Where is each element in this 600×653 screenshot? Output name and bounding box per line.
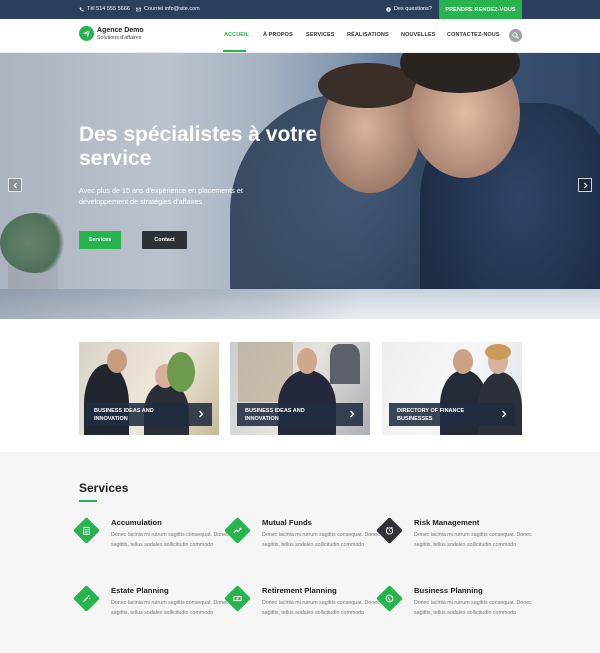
slider-next-button[interactable] xyxy=(578,178,592,192)
phone-icon xyxy=(79,7,84,11)
nav-accueil[interactable]: ACCUEIL xyxy=(224,32,249,38)
questions-info[interactable]: ? Des questions? xyxy=(386,6,432,12)
logo-tagline: Solutions d'affaires xyxy=(97,35,142,41)
magic-wand-icon xyxy=(81,593,92,604)
phone-text: Tél 514 555 5666 xyxy=(87,6,130,12)
card-photo-element xyxy=(330,344,360,384)
service-description: Donec lacinia mi rutrum sagittis consequ… xyxy=(262,600,380,616)
search-button[interactable] xyxy=(509,29,522,42)
nav-a-propos[interactable]: À PROPOS xyxy=(263,32,293,38)
search-icon xyxy=(512,32,519,39)
hero-slider: Des spécialistes à votre service Avec pl… xyxy=(0,53,600,319)
card-label-text: DIRECTORY OF FINANCE BUSINESSES xyxy=(397,408,465,422)
logo-name[interactable]: Agence Demo xyxy=(97,27,144,34)
service-description: Donec lacinia mi rutrum sagittis consequ… xyxy=(111,532,229,548)
service-name[interactable]: Retirement Planning xyxy=(262,586,337,595)
card-label-text: BUSINESS IDEAS AND INNOVATION xyxy=(94,408,154,422)
hero-services-button[interactable]: Services xyxy=(79,231,121,249)
feature-card[interactable]: BUSINESS IDEAS AND INNOVATION xyxy=(230,342,370,435)
mail-icon xyxy=(136,7,141,11)
question-icon: ? xyxy=(386,6,391,12)
email-text: Courriel info@site.com xyxy=(144,6,200,12)
services-section: Services Accumulation Donec lacinia mi r… xyxy=(0,452,600,653)
services-heading: Services xyxy=(79,481,129,495)
service-name[interactable]: Risk Management xyxy=(414,518,479,527)
card-label[interactable]: DIRECTORY OF FINANCE BUSINESSES xyxy=(389,403,515,426)
clipboard-icon xyxy=(81,525,92,536)
heading-accent-line xyxy=(79,500,97,502)
chevron-right-icon xyxy=(350,410,355,418)
cash-icon xyxy=(232,593,243,604)
phone-info: Tél 514 555 5666 xyxy=(79,6,130,12)
hero-contact-button[interactable]: Contact xyxy=(142,231,187,249)
hero-subtitle: Avec plus de 15 ans d'expérience en plac… xyxy=(79,186,243,206)
questions-text: Des questions? xyxy=(394,6,432,12)
feature-cards: BUSINESS IDEAS AND INNOVATION BUSINESS I… xyxy=(0,319,600,452)
globe-icon xyxy=(384,593,395,604)
chevron-right-icon xyxy=(199,410,204,418)
nav-services[interactable]: SERVICES xyxy=(306,32,335,38)
feature-card[interactable]: DIRECTORY OF FINANCE BUSINESSES xyxy=(382,342,522,435)
service-name[interactable]: Mutual Funds xyxy=(262,518,312,527)
nav-nouvelles[interactable]: NOUVELLES xyxy=(401,32,436,38)
book-appointment-button[interactable]: PRENDRE RENDEZ-VOUS xyxy=(439,0,522,19)
logo-icon[interactable] xyxy=(79,26,94,41)
trend-chart-icon xyxy=(232,525,243,536)
top-bar: Tél 514 555 5666 Courriel info@site.com … xyxy=(0,0,600,19)
card-label[interactable]: BUSINESS IDEAS AND INNOVATION xyxy=(237,403,363,426)
alarm-clock-icon xyxy=(384,525,395,536)
service-description: Donec lacinia mi rutrum sagittis consequ… xyxy=(111,600,229,616)
service-description: Donec lacinia mi rutrum sagittis consequ… xyxy=(414,532,532,548)
service-name[interactable]: Estate Planning xyxy=(111,586,169,595)
chevron-right-icon xyxy=(502,410,507,418)
card-photo-element xyxy=(453,349,473,374)
service-name[interactable]: Business Planning xyxy=(414,586,483,595)
service-description: Donec lacinia mi rutrum sagittis consequ… xyxy=(262,532,380,548)
card-photo-element xyxy=(167,352,195,392)
chevron-right-icon xyxy=(583,182,588,188)
service-description: Donec lacinia mi rutrum sagittis consequ… xyxy=(414,600,532,616)
service-name[interactable]: Accumulation xyxy=(111,518,162,527)
paper-plane-icon xyxy=(82,29,91,38)
card-label-text: BUSINESS IDEAS AND INNOVATION xyxy=(245,408,305,422)
card-photo-element xyxy=(485,344,511,360)
nav-realisations[interactable]: RÉALISATIONS xyxy=(347,32,389,38)
slider-prev-button[interactable] xyxy=(8,178,22,192)
active-nav-indicator xyxy=(223,50,246,52)
card-photo-element xyxy=(107,349,127,373)
card-label[interactable]: BUSINESS IDEAS AND INNOVATION xyxy=(86,403,212,426)
feature-card[interactable]: BUSINESS IDEAS AND INNOVATION xyxy=(79,342,219,435)
email-info[interactable]: Courriel info@site.com xyxy=(136,6,200,12)
svg-text:?: ? xyxy=(387,7,389,11)
nav-contactez-nous[interactable]: CONTACTEZ-NOUS xyxy=(447,32,500,38)
site-header: Agence Demo Solutions d'affaires ACCUEIL… xyxy=(0,19,600,53)
hero-title: Des spécialistes à votre service xyxy=(79,123,318,170)
chevron-left-icon xyxy=(12,182,17,188)
card-photo-element xyxy=(297,348,317,374)
